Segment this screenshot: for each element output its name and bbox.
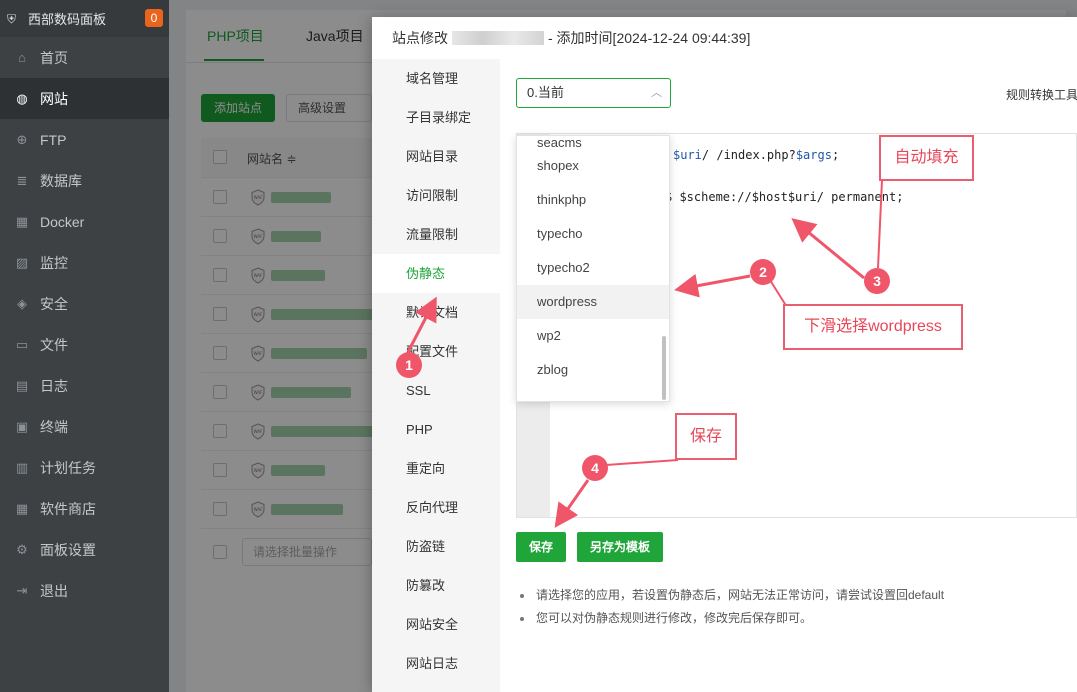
callout-autofill: 自动填充 bbox=[879, 135, 974, 181]
dialog-menu-item-9[interactable]: PHP bbox=[372, 410, 500, 449]
step-2-marker: 2 bbox=[750, 259, 776, 285]
rewrite-rule-select-value: 0.当前 bbox=[527, 85, 564, 100]
brand: ⛨ 西部数码面板 0 bbox=[0, 0, 169, 37]
sidebar-nav: ⌂ 首页 ◍ 网站 ⊕ FTP ≣ 数据库 ▦ Docker ▨ 监控 ◈ 安全 ▭ 文件 ▤ 日志 ▣ 终端 ▥ 计划任… bbox=[0, 37, 169, 611]
dropdown-option-wp2[interactable]: wp2 bbox=[517, 319, 669, 353]
monitor-icon: ▨ bbox=[15, 254, 29, 270]
sidebar-item-label: 计划任务 bbox=[40, 459, 96, 476]
dialog-menu-item-8[interactable]: SSL bbox=[372, 371, 500, 410]
sidebar-item-label: 软件商店 bbox=[40, 500, 96, 517]
sidebar-item-label: 终端 bbox=[40, 418, 68, 435]
step-1-marker: 1 bbox=[396, 352, 422, 378]
dialog-menu-item-14[interactable]: 网站安全 bbox=[372, 605, 500, 644]
callout-save: 保存 bbox=[675, 413, 737, 460]
sidebar-item-4[interactable]: ▦ Docker bbox=[0, 201, 169, 242]
sidebar-item-8[interactable]: ▤ 日志 bbox=[0, 365, 169, 406]
docker-icon: ▦ bbox=[15, 213, 29, 229]
sidebar-item-0[interactable]: ⌂ 首页 bbox=[0, 37, 169, 78]
dropdown-option-seacms[interactable]: seacms bbox=[517, 136, 669, 149]
dialog-title-suffix: - 添加时间[2024-12-24 09:44:39] bbox=[548, 30, 751, 46]
callout-scroll-wordpress: 下滑选择wordpress bbox=[783, 304, 963, 350]
dialog-menu-item-3[interactable]: 访问限制 bbox=[372, 176, 500, 215]
dialog-menu-item-10[interactable]: 重定向 bbox=[372, 449, 500, 488]
rule-convert-tool-link[interactable]: 规则转换工具 bbox=[1006, 86, 1077, 103]
sidebar-item-2[interactable]: ⊕ FTP bbox=[0, 119, 169, 160]
sidebar-item-12[interactable]: ⚙ 面板设置 bbox=[0, 529, 169, 570]
dropdown-scrollbar[interactable] bbox=[662, 336, 666, 400]
save-as-template-button[interactable]: 另存为模板 bbox=[577, 532, 663, 562]
sidebar-item-label: 监控 bbox=[40, 254, 68, 271]
dialog-menu-item-0[interactable]: 域名管理 bbox=[372, 59, 500, 98]
sidebar-item-label: Docker bbox=[40, 213, 85, 230]
step-4-marker: 4 bbox=[582, 455, 608, 481]
dialog-menu-item-11[interactable]: 反向代理 bbox=[372, 488, 500, 527]
step-3-marker: 3 bbox=[864, 268, 890, 294]
shield-icon: ◈ bbox=[17, 295, 27, 311]
logo-icon: ⛨ bbox=[7, 11, 17, 26]
log-icon: ▤ bbox=[15, 377, 29, 393]
sidebar-item-3[interactable]: ≣ 数据库 bbox=[0, 160, 169, 201]
sidebar-item-label: 退出 bbox=[40, 582, 68, 599]
dialog-menu: 域名管理 子目录绑定 网站目录 访问限制 流量限制 伪静态 默认文档 配置文件 SSL PHP 重定… bbox=[372, 59, 500, 692]
dialog-menu-item-13[interactable]: 防篡改 bbox=[372, 566, 500, 605]
redacted-domain bbox=[452, 31, 544, 45]
sidebar: ⛨ 西部数码面板 0 ⌂ 首页 ◍ 网站 ⊕ FTP ≣ 数据库 ▦ Docker ▨ 监控 ◈ 安全 ▭ 文… bbox=[0, 0, 169, 692]
dropdown-option-thinkphp[interactable]: thinkphp bbox=[517, 183, 669, 217]
note-2: 您可以对伪静态规则进行修改，修改完后保存即可。 bbox=[520, 607, 944, 630]
apps-icon: ▦ bbox=[15, 500, 29, 516]
save-button[interactable]: 保存 bbox=[516, 532, 566, 562]
folder-icon: ▭ bbox=[15, 336, 29, 352]
sidebar-item-label: 首页 bbox=[40, 49, 68, 66]
sidebar-item-10[interactable]: ▥ 计划任务 bbox=[0, 447, 169, 488]
dialog-menu-item-4[interactable]: 流量限制 bbox=[372, 215, 500, 254]
dropdown-option-typecho[interactable]: typecho bbox=[517, 217, 669, 251]
ftp-icon: ⊕ bbox=[16, 131, 28, 147]
sidebar-item-label: FTP bbox=[40, 131, 67, 148]
dialog-menu-item-7[interactable]: 配置文件 bbox=[372, 332, 500, 371]
sidebar-item-7[interactable]: ▭ 文件 bbox=[0, 324, 169, 365]
code-line-2: $ $scheme://$host$uri/ permanent; bbox=[665, 190, 904, 204]
brand-title: 西部数码面板 bbox=[28, 12, 107, 27]
sidebar-item-label: 日志 bbox=[40, 377, 68, 394]
sidebar-item-6[interactable]: ◈ 安全 bbox=[0, 283, 169, 324]
site-edit-dialog: 站点修改 - 添加时间[2024-12-24 09:44:39] 域名管理 子目录… bbox=[372, 17, 1077, 692]
calendar-icon: ▥ bbox=[15, 459, 29, 475]
sidebar-item-9[interactable]: ▣ 终端 bbox=[0, 406, 169, 447]
dialog-title-prefix: 站点修改 bbox=[392, 30, 448, 46]
dropdown-option-typecho2[interactable]: typecho2 bbox=[517, 251, 669, 285]
sidebar-item-label: 安全 bbox=[40, 295, 68, 312]
dialog-menu-item-12[interactable]: 防盗链 bbox=[372, 527, 500, 566]
notification-badge[interactable]: 0 bbox=[145, 9, 163, 27]
gear-icon: ⚙ bbox=[16, 541, 28, 557]
note-1: 请选择您的应用，若设置伪静态后，网站无法正常访问，请尝试设置回default bbox=[520, 584, 944, 607]
home-icon: ⌂ bbox=[18, 50, 26, 65]
sidebar-item-13[interactable]: ⇥ 退出 bbox=[0, 570, 169, 611]
chevron-up-icon: ︿ bbox=[651, 87, 662, 99]
sidebar-item-5[interactable]: ▨ 监控 bbox=[0, 242, 169, 283]
dropdown-option-wordpress[interactable]: wordpress bbox=[517, 285, 669, 319]
dialog-menu-item-6[interactable]: 默认文档 bbox=[372, 293, 500, 332]
globe-icon: ◍ bbox=[16, 90, 28, 106]
code-line-1: $uri/ /index.php?$args; bbox=[673, 148, 840, 162]
logout-icon: ⇥ bbox=[16, 582, 28, 598]
sidebar-item-1[interactable]: ◍ 网站 bbox=[0, 78, 169, 119]
sidebar-item-label: 数据库 bbox=[40, 172, 82, 189]
dialog-menu-item-1[interactable]: 子目录绑定 bbox=[372, 98, 500, 137]
sidebar-item-label: 面板设置 bbox=[40, 541, 96, 558]
sidebar-item-11[interactable]: ▦ 软件商店 bbox=[0, 488, 169, 529]
database-icon: ≣ bbox=[16, 172, 28, 188]
dialog-title: 站点修改 - 添加时间[2024-12-24 09:44:39] bbox=[372, 17, 1077, 59]
help-notes: 请选择您的应用，若设置伪静态后，网站无法正常访问，请尝试设置回default 您… bbox=[520, 584, 944, 630]
rewrite-rule-dropdown[interactable]: seacms shopex thinkphp typecho typecho2 wordp… bbox=[516, 135, 670, 402]
rewrite-rule-select[interactable]: 0.当前 ︿ bbox=[516, 78, 671, 108]
terminal-icon: ▣ bbox=[15, 418, 29, 434]
dialog-menu-item-5[interactable]: 伪静态 bbox=[372, 254, 500, 293]
dialog-menu-item-15[interactable]: 网站日志 bbox=[372, 644, 500, 683]
dropdown-option-zblog[interactable]: zblog bbox=[517, 353, 669, 387]
sidebar-item-label: 网站 bbox=[40, 90, 68, 107]
dialog-menu-item-2[interactable]: 网站目录 bbox=[372, 137, 500, 176]
dropdown-option-shopex[interactable]: shopex bbox=[517, 149, 669, 183]
sidebar-item-label: 文件 bbox=[40, 336, 68, 353]
